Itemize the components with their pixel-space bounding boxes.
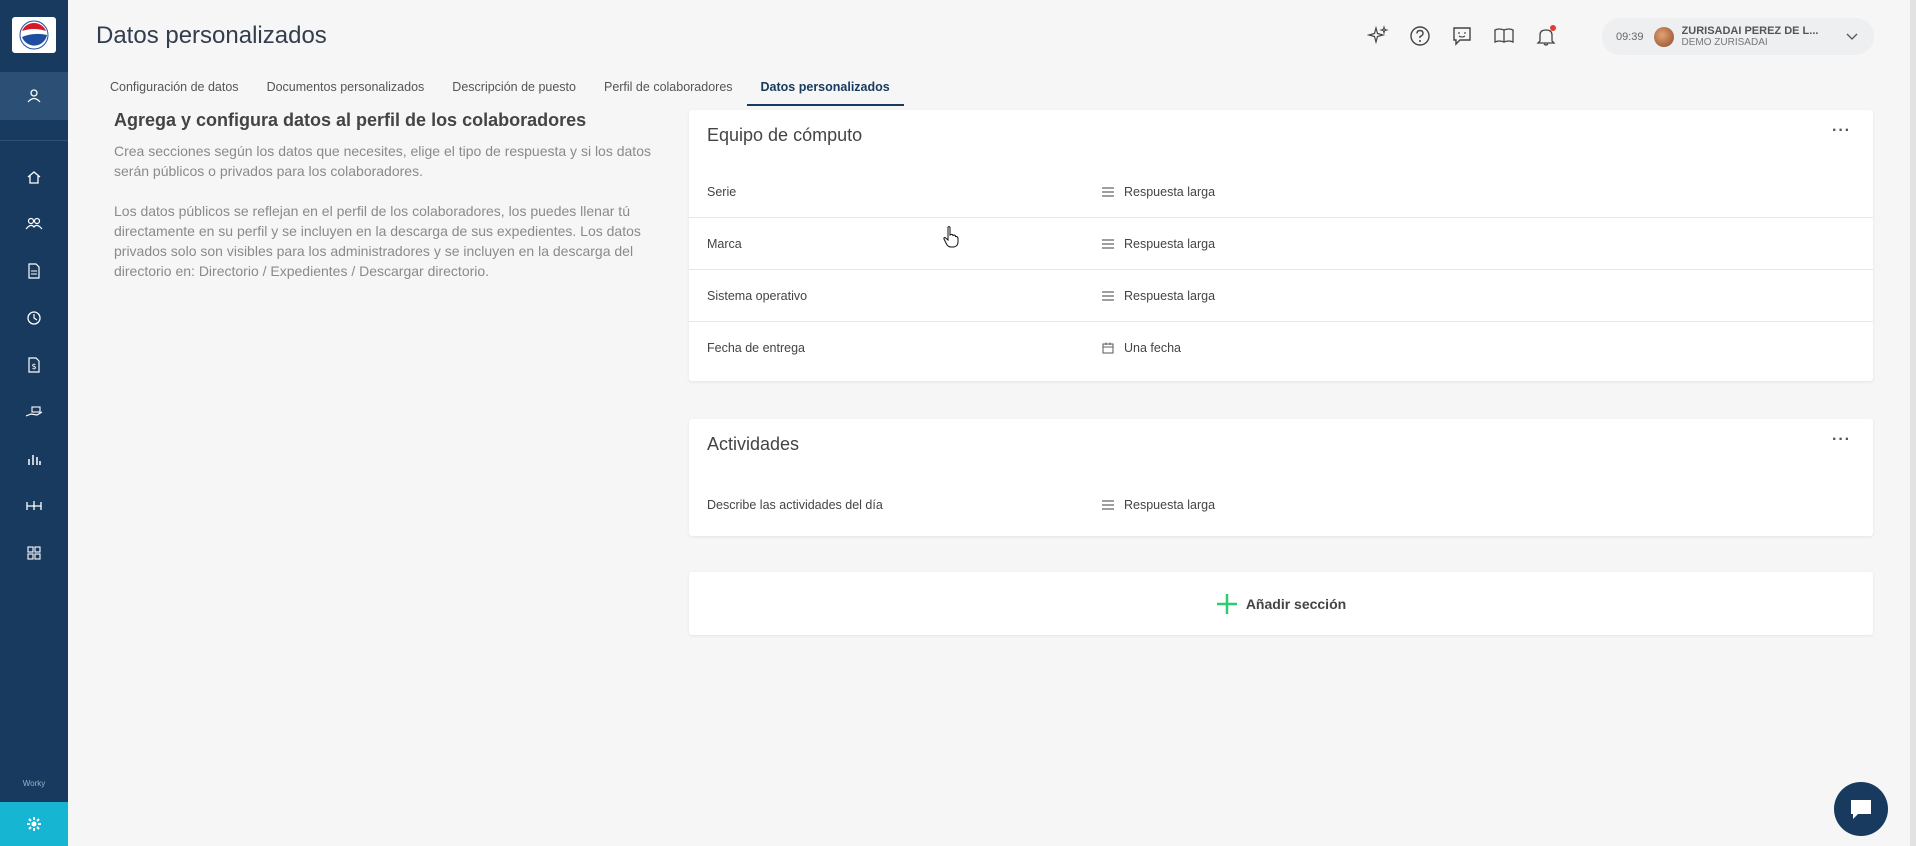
grid-icon bbox=[27, 545, 41, 560]
sidebar-item-profile[interactable] bbox=[0, 72, 68, 120]
field-label: Describe las actividades del día bbox=[707, 497, 883, 512]
field-type-label: Una fecha bbox=[1124, 340, 1181, 355]
dollar-document-icon: $ bbox=[28, 356, 40, 373]
field-type: Respuesta larga bbox=[1102, 498, 1215, 512]
chevron-down-icon bbox=[1846, 33, 1857, 40]
sidebar-item-organization[interactable] bbox=[0, 482, 68, 529]
field-row-actividades[interactable]: Describe las actividades del día Respues… bbox=[689, 479, 1873, 530]
avatar bbox=[1653, 26, 1674, 47]
hand-money-icon bbox=[25, 405, 43, 417]
sidebar-item-documents[interactable] bbox=[0, 247, 68, 294]
chat-bubble-icon bbox=[1851, 800, 1871, 819]
section-menu-button[interactable]: ··· bbox=[1832, 431, 1851, 449]
add-section-label: Añadir sección bbox=[1245, 595, 1347, 612]
company-logo[interactable] bbox=[12, 17, 56, 53]
guides-button[interactable] bbox=[1490, 22, 1518, 50]
sidebar-item-reports[interactable] bbox=[0, 435, 68, 482]
gear-icon bbox=[27, 817, 41, 831]
field-label: Sistema operativo bbox=[707, 289, 808, 303]
current-time: 09:39 bbox=[1616, 30, 1644, 43]
user-company: DEMO ZURISADAI bbox=[1681, 37, 1768, 48]
sidebar-item-settings[interactable] bbox=[0, 802, 68, 846]
field-type: Una fecha bbox=[1102, 341, 1181, 355]
lines-icon bbox=[1102, 499, 1114, 510]
feedback-button[interactable] bbox=[1448, 22, 1476, 50]
support-chat-button[interactable] bbox=[1834, 782, 1888, 836]
intro-paragraph-1: Crea secciones según los datos que neces… bbox=[114, 143, 651, 179]
help-icon bbox=[1410, 26, 1430, 46]
section-card-actividades: Actividades ··· Describe las actividades… bbox=[689, 419, 1873, 536]
calendar-icon bbox=[1102, 342, 1114, 354]
header-toolbar bbox=[1364, 22, 1560, 50]
intro-panel: Agrega y configura datos al perfil de lo… bbox=[114, 110, 664, 281]
user-menu[interactable]: 09:39 ZURISADAI PEREZ DE L... DEMO ZURIS… bbox=[1602, 18, 1874, 55]
field-type-label: Respuesta larga bbox=[1124, 237, 1216, 251]
book-icon bbox=[1494, 28, 1514, 44]
tab-documentos-personalizados[interactable]: Documentos personalizados bbox=[253, 76, 439, 106]
field-row-serie[interactable]: Serie Respuesta larga bbox=[689, 167, 1873, 218]
field-type: Respuesta larga bbox=[1102, 185, 1215, 199]
tab-perfil-colaboradores[interactable]: Perfil de colaboradores bbox=[590, 76, 747, 106]
field-label: Marca bbox=[707, 237, 742, 251]
organization-icon bbox=[26, 500, 42, 510]
lines-icon bbox=[1102, 187, 1114, 197]
field-type: Respuesta larga bbox=[1102, 237, 1215, 251]
page-title: Datos personalizados bbox=[96, 22, 327, 49]
hand-cursor-icon bbox=[943, 226, 959, 248]
sidebar: $ Worky bbox=[0, 0, 68, 846]
notification-dot bbox=[1550, 25, 1556, 31]
field-type: Respuesta larga bbox=[1102, 289, 1215, 303]
home-icon bbox=[27, 170, 41, 184]
section-title: Actividades bbox=[707, 434, 800, 454]
intro-heading: Agrega y configura datos al perfil de lo… bbox=[114, 110, 587, 130]
tab-datos-personalizados[interactable]: Datos personalizados bbox=[746, 76, 904, 106]
sidebar-item-payroll[interactable]: $ bbox=[0, 341, 68, 388]
user-name: ZURISADAI PEREZ DE L... bbox=[1681, 25, 1819, 37]
sidebar-item-benefits[interactable] bbox=[0, 388, 68, 435]
sidebar-item-people[interactable] bbox=[0, 200, 68, 247]
sidebar-item-time[interactable] bbox=[0, 294, 68, 341]
people-icon bbox=[25, 217, 43, 229]
field-row-fecha[interactable]: Fecha de entrega Una fecha bbox=[689, 322, 1873, 373]
field-label: Fecha de entrega bbox=[707, 340, 805, 355]
tab-descripcion-puesto[interactable]: Descripción de puesto bbox=[438, 76, 590, 106]
svg-text:$: $ bbox=[32, 362, 37, 371]
help-button[interactable] bbox=[1406, 22, 1434, 50]
field-label: Serie bbox=[707, 185, 737, 199]
field-type-label: Respuesta larga bbox=[1124, 185, 1216, 199]
bar-chart-icon bbox=[28, 454, 41, 465]
ai-button[interactable] bbox=[1364, 22, 1392, 50]
user-icon bbox=[27, 89, 41, 103]
document-icon bbox=[28, 262, 40, 279]
field-row-marca[interactable]: Marca Respuesta larga bbox=[689, 219, 1873, 270]
sparkle-icon bbox=[1367, 25, 1389, 45]
field-type-label: Respuesta larga bbox=[1124, 289, 1216, 303]
notifications-button[interactable] bbox=[1532, 22, 1560, 50]
plus-icon bbox=[1216, 593, 1237, 614]
section-rows-equipo: Serie Respuesta larga Marca Respuesta la… bbox=[689, 110, 1873, 381]
sidebar-divider bbox=[0, 140, 68, 141]
pepsi-logo-icon bbox=[19, 20, 49, 50]
page-scrollbar[interactable] bbox=[1910, 0, 1916, 846]
clock-icon bbox=[27, 310, 41, 325]
intro-paragraph-2: Los datos públicos se reflejan en el per… bbox=[114, 203, 641, 279]
add-section-button[interactable]: Añadir sección bbox=[689, 572, 1873, 635]
field-type-label: Respuesta larga bbox=[1124, 497, 1216, 512]
lines-icon bbox=[1102, 239, 1114, 249]
sidebar-item-home[interactable] bbox=[0, 153, 68, 200]
chat-icon bbox=[1453, 27, 1471, 46]
tab-configuracion-datos[interactable]: Configuración de datos bbox=[96, 76, 253, 106]
lines-icon bbox=[1102, 291, 1114, 301]
sidebar-brand: Worky bbox=[22, 779, 46, 788]
tab-bar: Configuración de datos Documentos person… bbox=[96, 76, 904, 106]
field-row-sistema[interactable]: Sistema operativo Respuesta larga bbox=[689, 271, 1873, 322]
sidebar-item-apps[interactable] bbox=[0, 529, 68, 576]
